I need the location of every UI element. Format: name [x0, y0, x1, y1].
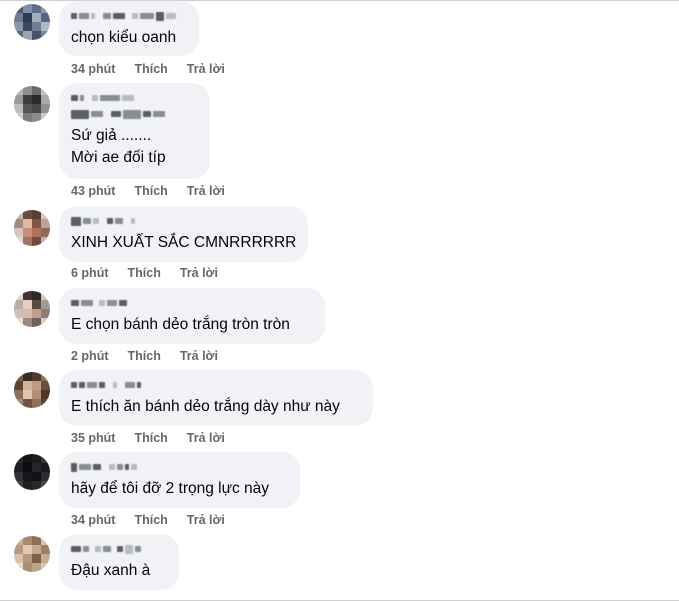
reply-button[interactable]: Trả lời — [187, 431, 225, 445]
avatar[interactable] — [14, 536, 50, 572]
comment-time[interactable]: 34 phút — [71, 62, 115, 76]
comment-meta: 34 phút Thích Trả lời — [71, 512, 225, 528]
comment-text: Sứ giả ....... — [71, 127, 152, 144]
like-button[interactable]: Thích — [134, 431, 167, 445]
reply-button[interactable]: Trả lời — [187, 184, 225, 198]
like-button[interactable]: Thích — [134, 62, 167, 76]
comment-text: XINH XUẤT SẮC CMNRRRRRR — [71, 234, 297, 251]
comment-bubble: chọn kiểu oanh — [59, 1, 199, 56]
like-button[interactable]: Thích — [134, 184, 167, 198]
comment-text: Đậu xanh à — [71, 562, 151, 579]
author-name[interactable] — [71, 9, 187, 23]
comment-bubble: Sứ giả ....... Mời ae đối típ — [59, 83, 210, 179]
comment-time[interactable]: 34 phút — [71, 513, 115, 527]
comment-time[interactable]: 35 phút — [71, 431, 115, 445]
avatar[interactable] — [14, 372, 50, 408]
comment-meta: 2 phút Thích Trả lời — [71, 348, 218, 364]
avatar[interactable] — [14, 86, 50, 122]
reply-button[interactable]: Trả lời — [187, 513, 225, 527]
comment-text: E thích ăn bánh dẻo trắng dày như này — [71, 398, 340, 415]
reply-button[interactable]: Trả lời — [180, 349, 218, 363]
author-name[interactable] — [71, 542, 167, 556]
comment-meta: 6 phút Thích Trả lời — [71, 265, 218, 281]
comment-bubble: hãy để tôi đỡ 2 trọng lực này — [59, 452, 300, 508]
comment-meta: 34 phút Thích Trả lời — [71, 61, 225, 77]
avatar[interactable] — [14, 291, 50, 327]
reply-button[interactable]: Trả lời — [187, 62, 225, 76]
comment-bubble: E thích ăn bánh dẻo trắng dày như này — [59, 370, 373, 426]
comment-text: chọn kiểu oanh — [71, 29, 177, 46]
like-button[interactable]: Thích — [128, 266, 161, 280]
author-name-line2 — [71, 107, 198, 121]
comment-text: Mời ae đối típ — [71, 149, 166, 166]
comment-time[interactable]: 6 phút — [71, 266, 109, 280]
comment-bubble: XINH XUẤT SẮC CMNRRRRRR — [59, 206, 308, 262]
author-name[interactable] — [71, 91, 198, 105]
like-button[interactable]: Thích — [128, 349, 161, 363]
avatar[interactable] — [14, 454, 50, 490]
comment-text: hãy để tôi đỡ 2 trọng lực này — [71, 480, 270, 497]
comment-text: E chọn bánh dẻo trắng tròn tròn — [71, 316, 290, 333]
like-button[interactable]: Thích — [134, 513, 167, 527]
comment-meta: 35 phút Thích Trả lời — [71, 430, 225, 446]
author-name[interactable] — [71, 378, 361, 392]
comment-bubble: E chọn bánh dẻo trắng tròn tròn — [59, 288, 325, 344]
author-name[interactable] — [71, 460, 288, 474]
avatar[interactable] — [14, 210, 50, 246]
comment-time[interactable]: 2 phút — [71, 349, 109, 363]
comment-time[interactable]: 43 phút — [71, 184, 115, 198]
avatar[interactable] — [14, 4, 50, 40]
comment-bubble: Đậu xanh à — [59, 534, 179, 590]
reply-button[interactable]: Trả lời — [180, 266, 218, 280]
comment-meta: 43 phút Thích Trả lời — [71, 183, 225, 199]
author-name[interactable] — [71, 214, 296, 228]
author-name[interactable] — [71, 296, 313, 310]
